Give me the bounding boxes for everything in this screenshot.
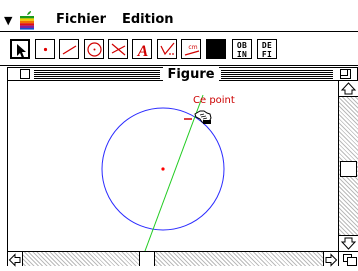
vertical-scroll-thumb[interactable] (340, 161, 357, 177)
segment-icon (62, 45, 77, 55)
scroll-up-arrow-icon[interactable] (339, 81, 358, 97)
text-tool[interactable]: A (132, 39, 152, 60)
point-tool[interactable] (35, 39, 55, 59)
intersection-tool[interactable] (108, 39, 128, 59)
color-tool[interactable] (206, 39, 226, 59)
menu-fichier[interactable]: Fichier (56, 12, 106, 27)
toolbar: A cm OB IN DE FI (0, 31, 358, 66)
black-square-icon (207, 40, 227, 60)
red-point-icon (43, 47, 48, 52)
circle-tool[interactable] (84, 39, 104, 59)
apple-menu-icon[interactable] (17, 10, 37, 30)
in-label: IN (236, 50, 248, 59)
letter-a-label: A (137, 43, 149, 60)
circle-icon (87, 42, 102, 57)
scroll-right-arrow-icon[interactable] (323, 252, 338, 267)
window-title-bar[interactable]: Figure (7, 67, 358, 82)
de-label: DE (261, 41, 273, 50)
menu-edition[interactable]: Edition (122, 12, 174, 27)
segment-tool[interactable] (59, 39, 79, 59)
intersecting-lines-icon (111, 43, 126, 56)
dropdown-arrow-icon[interactable]: ▼ (4, 14, 12, 27)
title-stripes-right (221, 70, 333, 79)
ob-label: OB (236, 41, 248, 50)
measure-tool[interactable]: cm (181, 39, 201, 59)
arrow-pointer-icon (17, 44, 26, 58)
fi-label: FI (261, 50, 273, 59)
menu-bar: ▼ Fichier Edition (0, 9, 358, 31)
horizontal-scroll-thumb[interactable] (139, 252, 155, 266)
ob-in-tool[interactable]: OB IN (232, 39, 252, 59)
hand-cursor-icon (194, 110, 212, 124)
scroll-left-arrow-icon[interactable] (8, 252, 23, 267)
measure-cm-icon: cm (184, 44, 200, 56)
figure-canvas[interactable]: Ce point (7, 81, 339, 251)
pointer-tool[interactable] (10, 39, 30, 59)
title-stripes-left (34, 70, 160, 79)
de-fi-tool[interactable]: DE FI (257, 39, 277, 59)
horizontal-scrollbar[interactable] (7, 251, 338, 267)
geometry-figure (101, 94, 225, 251)
circle-center-point[interactable] (161, 167, 165, 171)
vertical-scrollbar[interactable] (338, 81, 358, 251)
line[interactable] (144, 94, 204, 251)
checkmark-icon (160, 42, 175, 56)
zoom-box-icon[interactable] (340, 69, 351, 79)
letter-a-icon: A (137, 43, 149, 60)
check-tool[interactable] (157, 39, 177, 59)
measure-cm-label: cm (188, 44, 197, 51)
scroll-down-arrow-icon[interactable] (339, 235, 358, 251)
window-title: Figure (163, 67, 219, 82)
point-tooltip: Ce point (193, 95, 235, 106)
close-box-icon[interactable] (20, 69, 30, 79)
resize-grow-box-icon[interactable] (338, 251, 358, 266)
